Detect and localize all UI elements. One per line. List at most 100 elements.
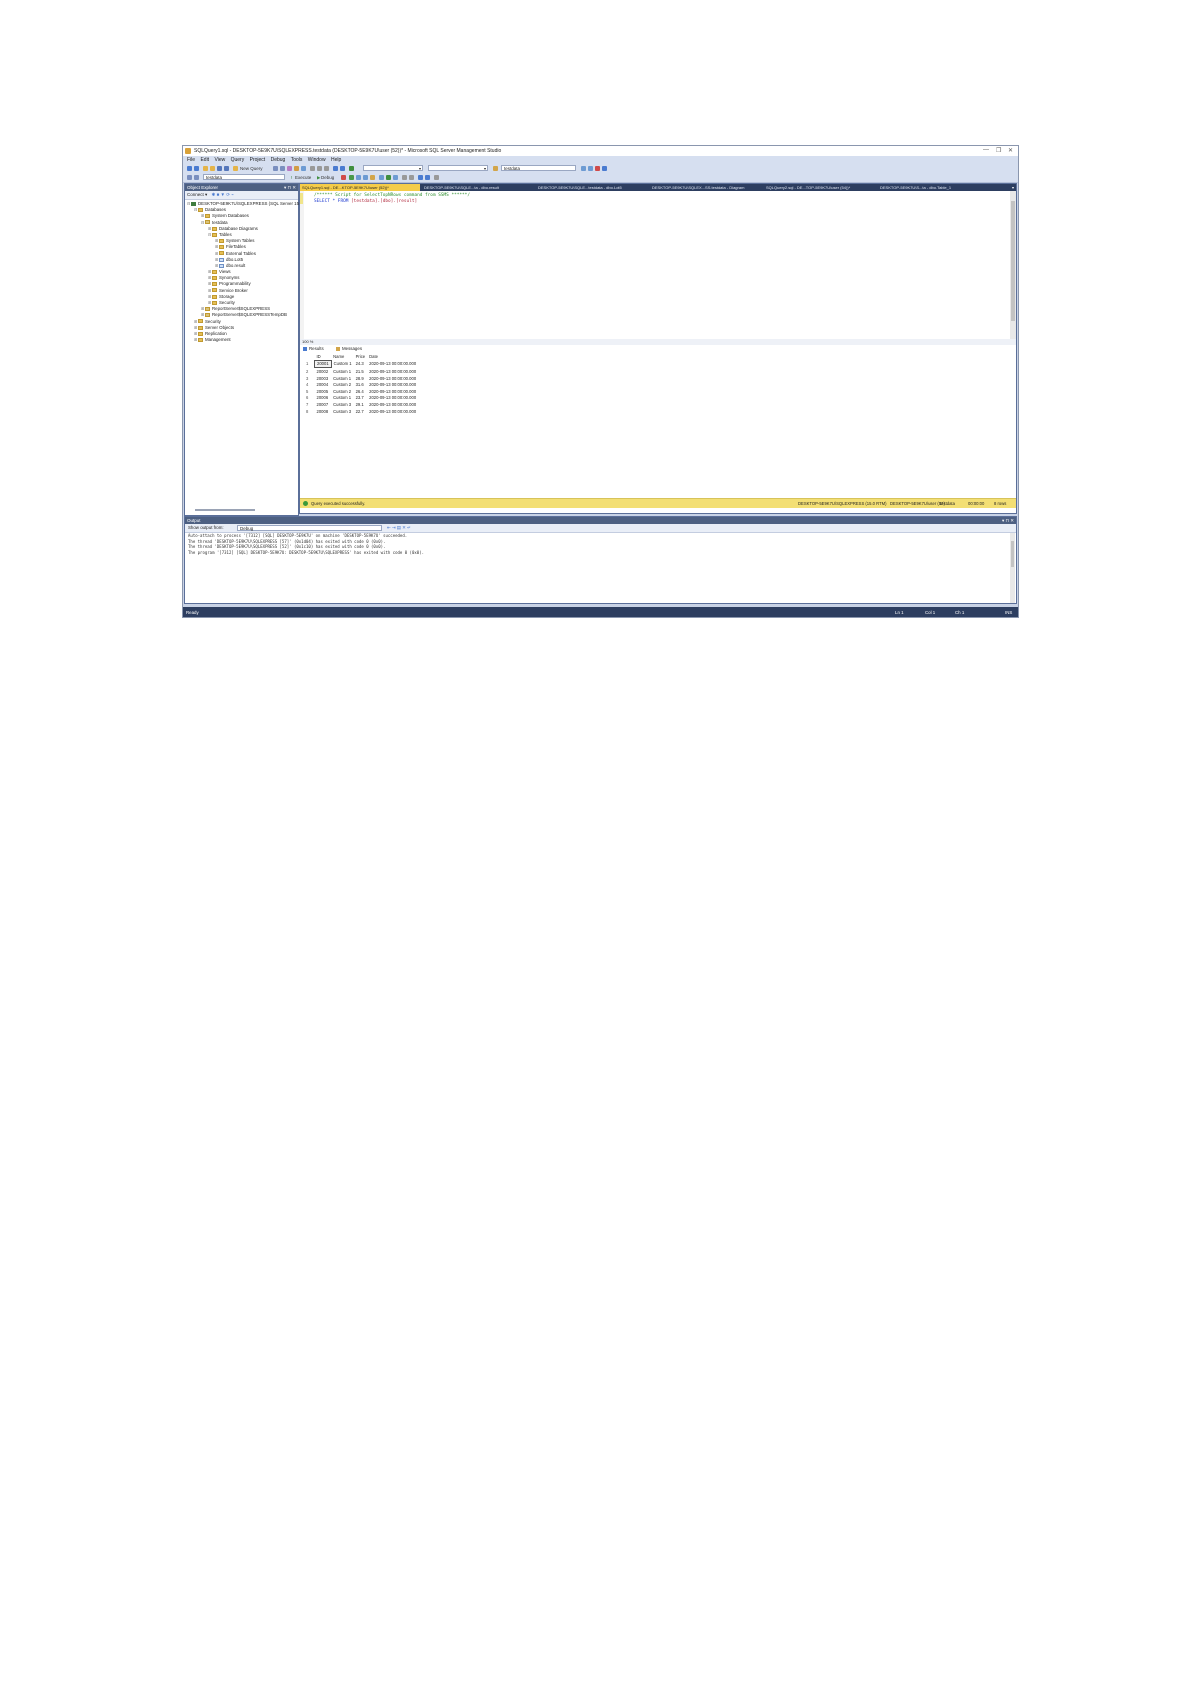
oe-toolbar-icons[interactable]: ✱ ■ ▼ ⟳ ⌁ [212, 192, 234, 197]
start-icon[interactable] [349, 166, 354, 171]
grid-cell[interactable]: 20008 [315, 408, 332, 415]
cancel-query-icon[interactable] [341, 175, 346, 180]
editor-vertical-scrollbar[interactable] [1010, 191, 1016, 339]
decrease-indent-icon[interactable] [418, 175, 423, 180]
horizontal-scrollbar[interactable] [195, 509, 255, 511]
grid-cell[interactable]: 20005 [315, 388, 332, 395]
properties-icon[interactable] [581, 166, 586, 171]
back-icon[interactable] [187, 166, 192, 171]
forward-icon[interactable] [194, 166, 199, 171]
intellisense-icon[interactable] [370, 175, 375, 180]
available-databases-combo[interactable]: testdata [203, 174, 285, 180]
menu-view[interactable]: View [214, 157, 225, 163]
grid-cell[interactable]: Custom 2 [331, 388, 353, 395]
table-row[interactable]: 3 20003 Custom 1 28.9 2020-09-13 00:00:00.00… [304, 375, 418, 382]
specify-values-icon[interactable] [434, 175, 439, 180]
row-number[interactable]: 3 [304, 375, 315, 382]
menu-file[interactable]: File [187, 157, 195, 163]
zoom-combo[interactable]: 100 % [302, 339, 313, 344]
tab-diagram[interactable]: DESKTOP-5E9K7U\SQLEX...SS.testdata - Dia… [650, 184, 762, 191]
minimize-icon[interactable]: — [983, 147, 989, 153]
parse-icon[interactable] [349, 175, 354, 180]
table-row[interactable]: 5 20005 Custom 2 26.4 2020-09-13 00:00:00.00… [304, 388, 418, 395]
grid-cell[interactable]: Custom 3 [331, 408, 353, 415]
save-all-icon[interactable] [224, 166, 229, 171]
row-number[interactable]: 7 [304, 401, 315, 408]
menu-edit[interactable]: Edit [200, 157, 209, 163]
toolbox-icon[interactable] [588, 166, 593, 171]
column-header[interactable]: Price [354, 353, 368, 360]
row-number[interactable]: 6 [304, 395, 315, 402]
open-file-icon[interactable] [210, 166, 215, 171]
show-output-combo[interactable]: Debug [237, 525, 382, 531]
results-to-file-icon[interactable] [393, 175, 398, 180]
output-text[interactable]: Auto-attach to process '[7312] [SQL] DES… [185, 533, 1016, 555]
tab-messages[interactable]: Messages [336, 346, 362, 351]
tree-node[interactable]: ⊞ Management [185, 337, 298, 343]
menu-window[interactable]: Window [308, 157, 326, 163]
grid-cell[interactable]: Custom 1 [331, 368, 353, 375]
copy-icon[interactable] [317, 166, 322, 171]
grid-cell[interactable]: 24.3 [354, 360, 368, 368]
grid-cell[interactable]: 28.9 [354, 375, 368, 382]
row-number[interactable]: 2 [304, 368, 315, 375]
new-file-icon[interactable] [203, 166, 208, 171]
table-row[interactable]: 1 20001 Custom 1 24.3 2020-09-13 00:00:00.00… [304, 359, 418, 369]
grid-cell[interactable]: 2020-09-13 00:00:00.000 [367, 388, 418, 395]
grid-cell[interactable]: 2020-09-13 00:00:00.000 [367, 375, 418, 382]
row-number[interactable]: 4 [304, 381, 315, 388]
tab-result-table[interactable]: DESKTOP-5E9K7U\SQLE...ta - dbo.result [422, 184, 534, 191]
find-combo[interactable]: testdata [501, 165, 576, 171]
grid-cell[interactable]: 20002 [315, 368, 332, 375]
grid-cell[interactable]: Custom 1 [331, 375, 353, 382]
column-header[interactable]: Date [367, 353, 418, 360]
grid-cell[interactable]: Custom 2 [331, 381, 353, 388]
grid-cell[interactable]: 2020-09-13 00:00:00.000 [367, 401, 418, 408]
grid-cell[interactable]: 2020-09-13 00:00:00.000 [367, 368, 418, 375]
table-row[interactable]: 6 20006 Custom 1 23.7 2020-09-13 00:00:00.00… [304, 395, 418, 402]
execute-icon[interactable]: ! [291, 175, 292, 180]
grid-cell[interactable]: 21.5 [354, 368, 368, 375]
analysis-query-icon[interactable] [280, 166, 285, 171]
grid-cell[interactable]: 22.7 [354, 408, 368, 415]
table-row[interactable]: 4 20004 Custom 2 31.6 2020-09-13 00:00:00.00… [304, 381, 418, 388]
connect-icon[interactable] [187, 175, 192, 180]
menu-project[interactable]: Project [250, 157, 266, 163]
results-to-text-icon[interactable] [379, 175, 384, 180]
output-pin-icon[interactable]: ▾ ⊓ ✕ [1002, 517, 1014, 524]
tab-lot5-table[interactable]: DESKTOP-5E9K7U\SQLE...testdata - dbo.Lot… [536, 184, 648, 191]
dmx-query-icon[interactable] [294, 166, 299, 171]
table-row[interactable]: 8 20008 Custom 3 22.7 2020-09-13 00:00:00.00… [304, 408, 418, 415]
grid-cell[interactable]: 29.1 [354, 401, 368, 408]
increase-indent-icon[interactable] [425, 175, 430, 180]
query-editor[interactable]: /****** Script for SelectTopNRows comman… [300, 191, 1016, 340]
connect-dropdown[interactable]: Connect ▾ [187, 192, 207, 197]
row-number[interactable]: 1 [304, 360, 315, 368]
row-number[interactable]: 5 [304, 388, 315, 395]
database-engine-query-icon[interactable] [273, 166, 278, 171]
row-number[interactable]: 8 [304, 408, 315, 415]
grid-cell[interactable]: Custom 1 [331, 395, 353, 402]
new-query-icon[interactable] [233, 166, 238, 171]
close-icon[interactable]: ✕ [1008, 147, 1013, 154]
find-icon[interactable] [493, 166, 498, 171]
grid-cell[interactable]: 2020-09-13 00:00:00.000 [367, 381, 418, 388]
output-vertical-scrollbar[interactable] [1010, 533, 1015, 603]
column-header[interactable]: Name [331, 353, 353, 360]
pin-icon[interactable]: ▾ ⊓ ✕ [284, 184, 296, 191]
debug-button[interactable]: Debug [321, 175, 334, 180]
grid-cell[interactable]: 2020-09-13 00:00:00.000 [367, 408, 418, 415]
grid-cell[interactable]: 26.4 [354, 388, 368, 395]
tab-table1[interactable]: DESKTOP-5E9K7U\S...ta - dbo.Table_1 [878, 184, 990, 191]
grid-cell[interactable]: 2020-09-13 00:00:00.000 [367, 360, 418, 368]
tab-sqlquery1[interactable]: SQLQuery1.sql - DE...KTOP-5E9K7U\user (5… [300, 184, 420, 191]
xmla-query-icon[interactable] [301, 166, 306, 171]
menu-query[interactable]: Query [231, 157, 245, 163]
comment-icon[interactable] [402, 175, 407, 180]
query-options-icon[interactable] [363, 175, 368, 180]
menu-debug[interactable]: Debug [271, 157, 286, 163]
grid-cell[interactable]: Custom 1 [331, 360, 353, 368]
platform-combo[interactable]: ▾ [428, 165, 488, 171]
grid-corner[interactable] [304, 353, 315, 360]
debug-icon[interactable]: ▶ [317, 175, 320, 181]
